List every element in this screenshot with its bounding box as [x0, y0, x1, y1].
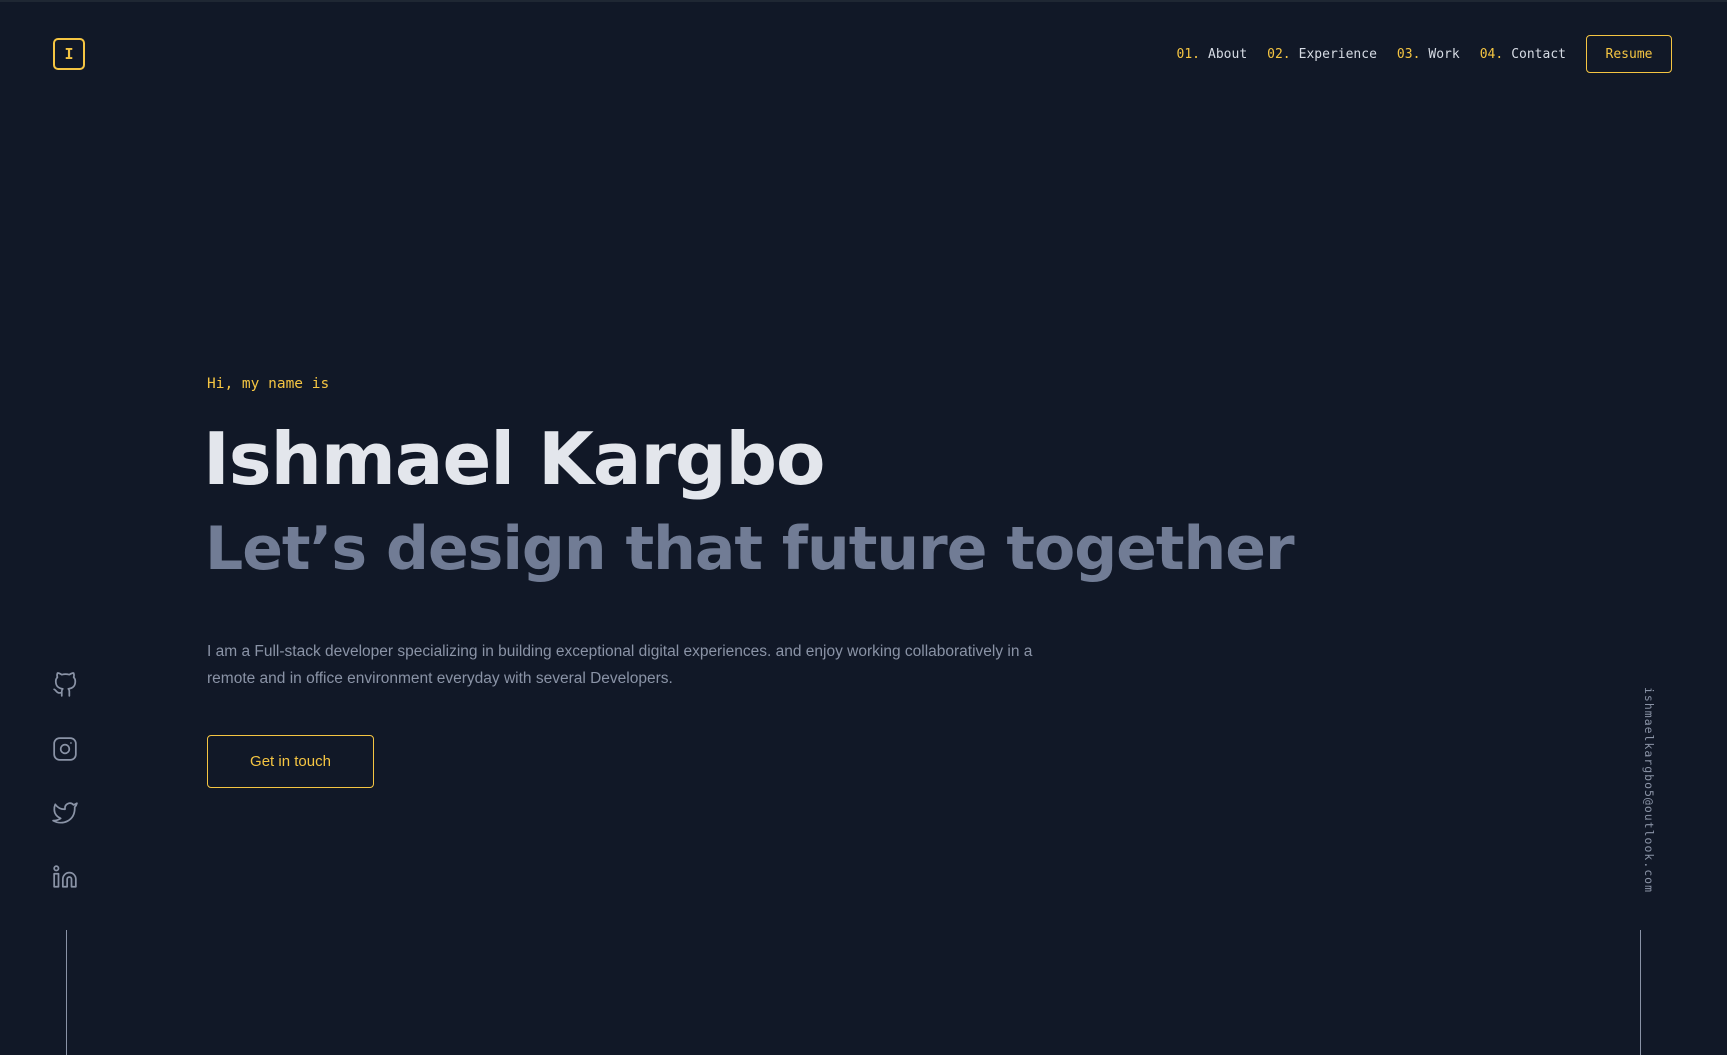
- main-nav: 01. About 02. Experience 03. Work 04. Contac…: [1177, 35, 1672, 73]
- nav-label: Contact: [1511, 46, 1566, 62]
- page: I 01. About 02. Experience 03. Work 04. Cont…: [0, 0, 1727, 1055]
- left-rail-line: [66, 930, 67, 1055]
- logo[interactable]: I: [53, 38, 85, 70]
- nav-item-experience[interactable]: 02. Experience: [1267, 47, 1377, 62]
- twitter-link[interactable]: [52, 800, 80, 828]
- get-in-touch-button[interactable]: Get in touch: [207, 735, 374, 788]
- github-icon: [53, 672, 77, 697]
- nav-label: Experience: [1298, 46, 1377, 62]
- instagram-icon: [53, 737, 77, 761]
- nav-label: About: [1208, 46, 1248, 62]
- resume-button[interactable]: Resume: [1586, 35, 1672, 73]
- nav-item-about[interactable]: 01. About: [1177, 47, 1248, 62]
- nav-number: 02.: [1267, 46, 1291, 62]
- hero-name: Ishmael Kargbo: [203, 417, 826, 501]
- instagram-link[interactable]: [52, 736, 80, 764]
- email-link[interactable]: ishmaelkargbo5@outlook.com: [1642, 687, 1656, 893]
- logo-letter: I: [64, 45, 74, 63]
- twitter-icon: [52, 802, 78, 824]
- social-links: [52, 672, 80, 928]
- github-link[interactable]: [52, 672, 80, 700]
- hero-bio: I am a Full-stack developer specializing…: [207, 643, 1033, 687]
- nav-item-contact[interactable]: 04. Contact: [1480, 47, 1566, 62]
- nav-label: Work: [1428, 46, 1460, 62]
- nav-number: 04.: [1479, 46, 1504, 62]
- nav-number: 01.: [1176, 46, 1201, 62]
- nav-item-work[interactable]: 03. Work: [1397, 47, 1460, 62]
- hero-tagline: Let’s design that future together: [205, 514, 1295, 584]
- linkedin-icon: [53, 865, 77, 888]
- nav-number: 03.: [1396, 46, 1421, 62]
- linkedin-link[interactable]: [52, 864, 80, 892]
- right-rail-line: [1640, 930, 1641, 1055]
- hero-greeting: Hi, my name is: [207, 376, 330, 392]
